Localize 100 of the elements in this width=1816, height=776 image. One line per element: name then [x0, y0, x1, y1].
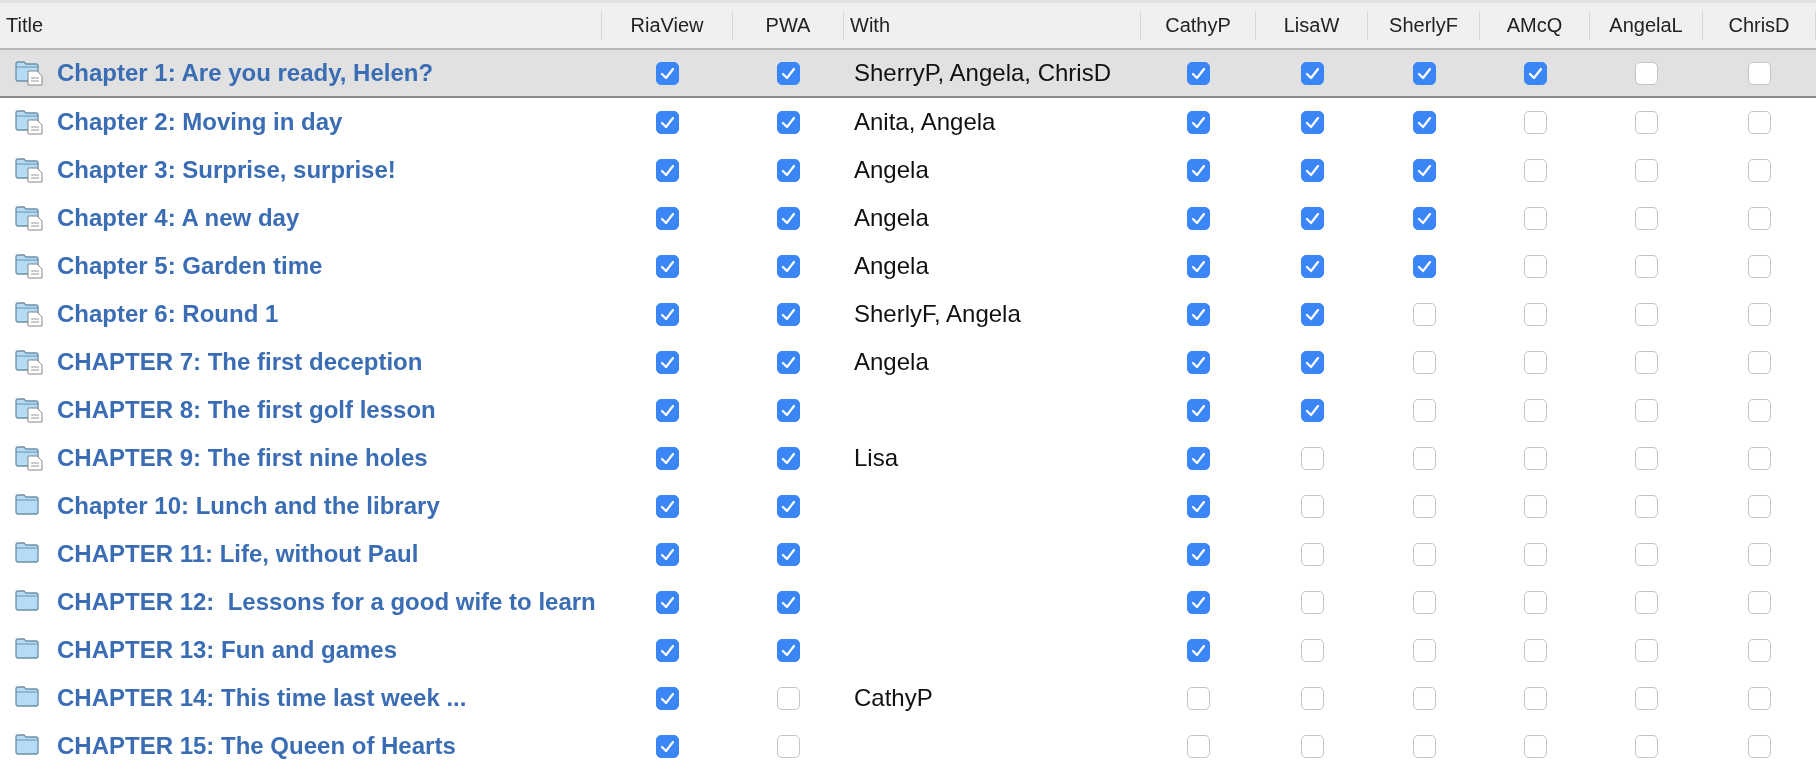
column-header[interactable]: With — [844, 11, 1141, 40]
checkbox[interactable] — [1748, 206, 1771, 230]
checkbox[interactable] — [1523, 638, 1547, 662]
checkbox[interactable] — [1748, 734, 1771, 758]
checkbox[interactable] — [1635, 254, 1658, 278]
checkbox[interactable] — [1635, 542, 1658, 566]
checkbox[interactable] — [1300, 110, 1324, 134]
checkbox[interactable] — [1187, 61, 1210, 85]
checkbox[interactable] — [1187, 542, 1210, 566]
checkbox[interactable] — [1187, 494, 1210, 518]
checkbox[interactable] — [1635, 110, 1658, 134]
checkbox[interactable] — [656, 110, 679, 134]
checkbox[interactable] — [777, 494, 800, 518]
checkbox[interactable] — [656, 638, 679, 662]
checkbox[interactable] — [777, 398, 800, 422]
checkbox[interactable] — [1187, 254, 1210, 278]
checkbox[interactable] — [1748, 686, 1771, 710]
checkbox[interactable] — [1300, 494, 1324, 518]
checkbox[interactable] — [1523, 350, 1547, 374]
checkbox[interactable] — [656, 734, 679, 758]
column-header[interactable]: CathyP — [1141, 11, 1256, 40]
checkbox[interactable] — [1412, 61, 1436, 85]
checkbox[interactable] — [1187, 638, 1210, 662]
checkbox[interactable] — [1748, 638, 1771, 662]
checkbox[interactable] — [1635, 686, 1658, 710]
checkbox[interactable] — [1523, 542, 1547, 566]
checkbox[interactable] — [656, 158, 679, 182]
checkbox[interactable] — [1187, 590, 1210, 614]
checkbox[interactable] — [777, 302, 800, 326]
checkbox[interactable] — [1412, 206, 1436, 230]
checkbox[interactable] — [1300, 734, 1324, 758]
column-header[interactable]: LisaW — [1256, 11, 1368, 40]
checkbox[interactable] — [1635, 61, 1658, 85]
checkbox[interactable] — [777, 158, 800, 182]
checkbox[interactable] — [1635, 734, 1658, 758]
checkbox[interactable] — [656, 254, 679, 278]
checkbox[interactable] — [1523, 302, 1547, 326]
checkbox[interactable] — [1187, 206, 1210, 230]
checkbox[interactable] — [1412, 590, 1436, 614]
checkbox[interactable] — [1187, 734, 1210, 758]
checkbox[interactable] — [1412, 254, 1436, 278]
checkbox[interactable] — [1748, 302, 1771, 326]
checkbox[interactable] — [656, 302, 679, 326]
checkbox[interactable] — [1523, 110, 1547, 134]
checkbox[interactable] — [1300, 446, 1324, 470]
checkbox[interactable] — [1300, 206, 1324, 230]
checkbox[interactable] — [1523, 254, 1547, 278]
checkbox[interactable] — [777, 61, 800, 85]
checkbox[interactable] — [1300, 302, 1324, 326]
column-header[interactable]: ChrisD — [1703, 11, 1816, 40]
checkbox[interactable] — [1523, 590, 1547, 614]
checkbox[interactable] — [1412, 638, 1436, 662]
checkbox[interactable] — [1748, 446, 1771, 470]
checkbox[interactable] — [1748, 110, 1771, 134]
checkbox[interactable] — [656, 61, 679, 85]
checkbox[interactable] — [777, 590, 800, 614]
column-header[interactable]: RiaView — [602, 11, 733, 40]
checkbox[interactable] — [1187, 686, 1210, 710]
checkbox[interactable] — [1523, 61, 1547, 85]
checkbox[interactable] — [1300, 398, 1324, 422]
checkbox[interactable] — [777, 734, 800, 758]
checkbox[interactable] — [1748, 158, 1771, 182]
checkbox[interactable] — [1748, 61, 1771, 85]
checkbox[interactable] — [656, 446, 679, 470]
checkbox[interactable] — [656, 206, 679, 230]
checkbox[interactable] — [1187, 110, 1210, 134]
checkbox[interactable] — [1635, 494, 1658, 518]
checkbox[interactable] — [656, 350, 679, 374]
checkbox[interactable] — [1635, 206, 1658, 230]
checkbox[interactable] — [777, 206, 800, 230]
checkbox[interactable] — [1748, 254, 1771, 278]
checkbox[interactable] — [1412, 494, 1436, 518]
checkbox[interactable] — [1300, 254, 1324, 278]
checkbox[interactable] — [1748, 494, 1771, 518]
column-header[interactable]: PWA — [733, 11, 844, 40]
checkbox[interactable] — [1635, 446, 1658, 470]
checkbox[interactable] — [1300, 686, 1324, 710]
checkbox[interactable] — [777, 686, 800, 710]
column-header[interactable]: AMcQ — [1480, 11, 1590, 40]
checkbox[interactable] — [1412, 302, 1436, 326]
column-header[interactable]: AngelaL — [1590, 11, 1703, 40]
checkbox[interactable] — [1635, 350, 1658, 374]
checkbox[interactable] — [1300, 158, 1324, 182]
checkbox[interactable] — [656, 494, 679, 518]
checkbox[interactable] — [1412, 398, 1436, 422]
checkbox[interactable] — [777, 446, 800, 470]
checkbox[interactable] — [1523, 494, 1547, 518]
checkbox[interactable] — [1523, 734, 1547, 758]
checkbox[interactable] — [1300, 638, 1324, 662]
checkbox[interactable] — [1300, 542, 1324, 566]
checkbox[interactable] — [777, 542, 800, 566]
checkbox[interactable] — [1300, 350, 1324, 374]
checkbox[interactable] — [1187, 446, 1210, 470]
checkbox[interactable] — [1300, 61, 1324, 85]
checkbox[interactable] — [777, 638, 800, 662]
checkbox[interactable] — [1523, 686, 1547, 710]
checkbox[interactable] — [1635, 590, 1658, 614]
checkbox[interactable] — [1523, 206, 1547, 230]
checkbox[interactable] — [1635, 638, 1658, 662]
checkbox[interactable] — [1748, 398, 1771, 422]
